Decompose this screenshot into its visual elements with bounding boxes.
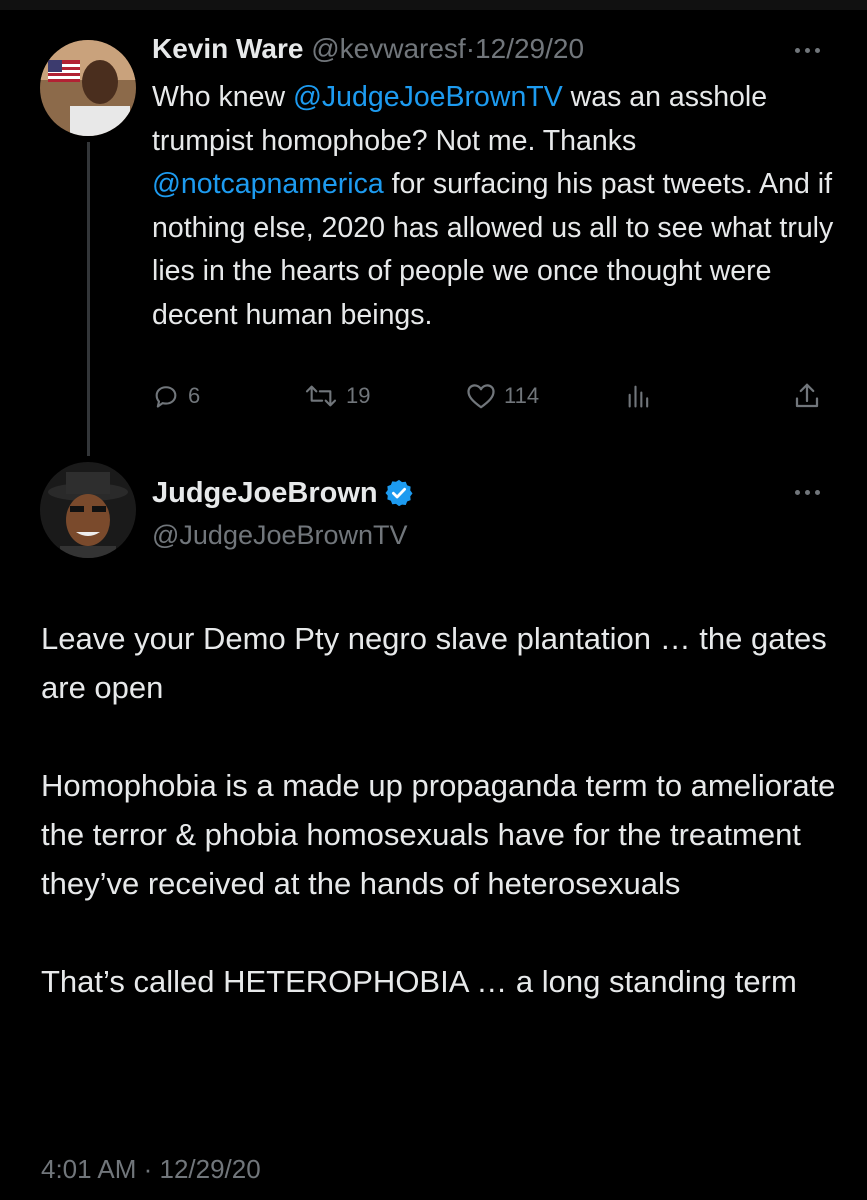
verified-badge-icon bbox=[385, 479, 413, 507]
tweet-action-bar: 6 19 114 bbox=[152, 376, 832, 416]
header-separator: · bbox=[465, 33, 476, 64]
heart-icon bbox=[467, 384, 495, 409]
parent-handle[interactable]: @kevwaresf bbox=[311, 33, 465, 64]
parent-tweet-header: Kevin Ware @kevwaresf·12/29/20 bbox=[152, 32, 584, 66]
main-handle[interactable]: @JudgeJoeBrownTV bbox=[152, 518, 408, 552]
parent-date[interactable]: 12/29/20 bbox=[475, 33, 584, 64]
share-button[interactable] bbox=[792, 376, 822, 416]
like-count: 114 bbox=[504, 383, 540, 408]
main-tweet-paragraph-2: Homophobia is a made up propaganda term … bbox=[41, 768, 836, 901]
main-tweet-timestamp[interactable]: 4:01 AM · 12/29/20 bbox=[41, 1152, 261, 1186]
main-display-name[interactable]: JudgeJoeBrown bbox=[152, 474, 378, 512]
reply-button[interactable]: 6 bbox=[152, 376, 200, 416]
top-edge bbox=[0, 0, 867, 10]
mention-notcapnamerica[interactable]: @notcapnamerica bbox=[152, 168, 384, 200]
main-tweet-paragraph-1: Leave your Demo Pty negro slave plantati… bbox=[41, 621, 827, 705]
views-icon bbox=[628, 385, 649, 408]
like-button[interactable]: 114 bbox=[466, 376, 539, 416]
views-button[interactable] bbox=[624, 376, 654, 416]
main-tweet-text: Leave your Demo Pty negro slave plantati… bbox=[41, 614, 841, 1006]
parent-display-name[interactable]: Kevin Ware bbox=[152, 33, 303, 64]
judgejoebrown-avatar[interactable] bbox=[40, 462, 136, 558]
main-tweet-paragraph-3: That’s called HETEROPHOBIA … a long stan… bbox=[41, 964, 797, 999]
parent-text-part-1: Who knew bbox=[152, 81, 293, 113]
thread-connector-line bbox=[87, 142, 90, 456]
reply-icon bbox=[155, 386, 177, 408]
more-options-icon[interactable] bbox=[795, 482, 835, 502]
reply-count: 6 bbox=[188, 383, 201, 408]
share-icon bbox=[795, 383, 819, 408]
more-options-icon[interactable] bbox=[795, 40, 835, 60]
retweet-icon bbox=[305, 385, 337, 407]
mention-judgejoebrowntv[interactable]: @JudgeJoeBrownTV bbox=[293, 81, 563, 113]
retweet-button[interactable]: 19 bbox=[304, 376, 370, 416]
main-display-name-row: JudgeJoeBrown bbox=[152, 474, 414, 512]
parent-tweet-text: Who knew @JudgeJoeBrownTV was an asshole… bbox=[152, 76, 842, 337]
retweet-count: 19 bbox=[346, 383, 371, 408]
kevin-ware-avatar[interactable] bbox=[40, 40, 136, 136]
